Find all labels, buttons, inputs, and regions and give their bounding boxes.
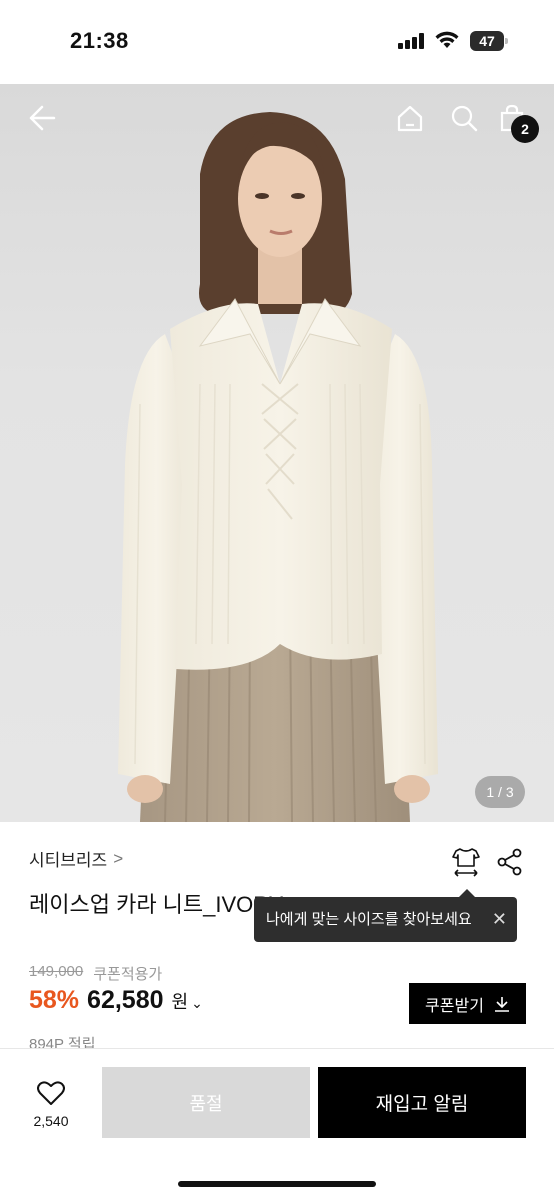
discount-rate: 58% [29, 986, 80, 1014]
chevron-right-icon: > [113, 848, 124, 868]
original-price-row: 149,000 쿠폰적용가 [29, 963, 162, 984]
search-icon[interactable] [450, 104, 478, 132]
battery-icon: 47 [470, 31, 508, 51]
status-time: 21:38 [70, 28, 129, 53]
tooltip-text: 나에게 맞는 사이즈를 찾아보세요 [266, 911, 472, 928]
restock-alert-button[interactable]: 재입고 알림 [318, 1067, 526, 1138]
coupon-button-label: 쿠폰받기 [425, 997, 484, 1015]
sale-price: 62,580 [87, 986, 164, 1014]
coupon-download-button[interactable]: 쿠폰받기 [409, 983, 526, 1024]
gallery-pager: 1 / 3 [475, 776, 525, 808]
like-count: 2,540 [33, 1113, 69, 1129]
cellular-signal-icon [398, 33, 426, 49]
size-guide-icon[interactable] [450, 846, 482, 878]
coupon-note: 쿠폰적용가 [93, 966, 163, 983]
download-icon [494, 996, 509, 1012]
wifi-icon [435, 31, 459, 48]
price-row[interactable]: 58% 62,580 원 ⌄ [29, 986, 203, 1015]
share-icon[interactable] [496, 848, 524, 876]
like-button[interactable]: 2,540 [28, 1080, 74, 1129]
home-indicator [178, 1181, 376, 1187]
soldout-button: 품절 [102, 1067, 310, 1138]
product-title: 레이스업 카라 니트_IVORY [29, 892, 284, 917]
home-icon[interactable] [396, 104, 424, 132]
original-price: 149,000 [29, 963, 84, 980]
brand-name: 시티브리즈 [29, 851, 108, 870]
heart-icon [37, 1081, 65, 1105]
size-tooltip: 나에게 맞는 사이즈를 찾아보세요 ✕ [254, 889, 517, 942]
cart-count-badge: 2 [511, 115, 539, 143]
currency: 원 ⌄ [171, 992, 203, 1012]
chevron-down-icon[interactable]: ⌄ [191, 995, 203, 1011]
product-photo [118, 112, 438, 822]
back-arrow-icon[interactable] [28, 104, 56, 132]
brand-link[interactable]: 시티브리즈 > [29, 846, 123, 871]
close-icon[interactable]: ✕ [492, 897, 507, 942]
product-image-gallery[interactable]: 1 / 3 [0, 84, 554, 822]
status-bar: 21:38 47 [0, 0, 554, 84]
battery-level: 47 [479, 33, 495, 49]
